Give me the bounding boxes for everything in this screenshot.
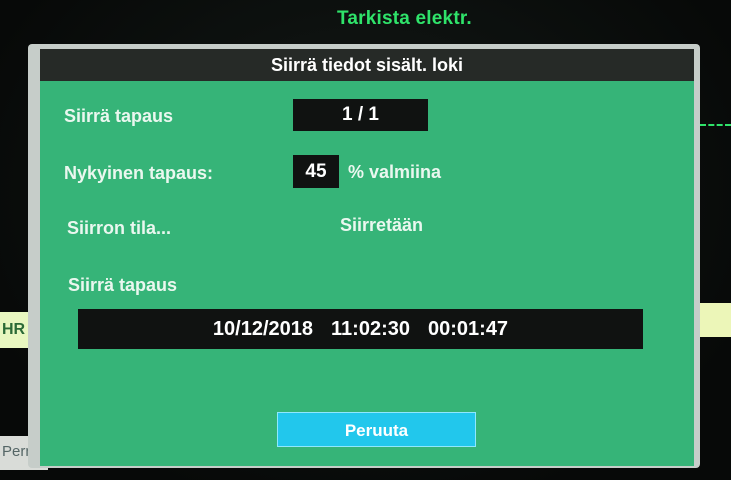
progress-value: 45 bbox=[305, 161, 327, 182]
event-section-label: Siirrä tapaus bbox=[68, 275, 178, 295]
event-time: 11:02:30 bbox=[331, 317, 410, 340]
progress-suffix: % valmiina bbox=[348, 162, 442, 182]
transfer-event-counter: 1 / 1 bbox=[293, 99, 428, 131]
ecg-trace bbox=[700, 124, 731, 126]
dialog-body bbox=[40, 81, 694, 466]
dialog-title: Siirrä tiedot sisält. loki bbox=[270, 55, 464, 75]
alarm-message: Tarkista elektr. bbox=[337, 8, 472, 29]
right-parameter-strip bbox=[697, 303, 731, 337]
status-label: Siirron tila... bbox=[67, 218, 172, 238]
event-row[interactable]: 10/12/2018 11:02:30 00:01:47 bbox=[78, 309, 643, 349]
status-value: Siirretään bbox=[340, 215, 424, 235]
transfer-event-label: Siirrä tapaus bbox=[64, 106, 174, 126]
event-date: 10/12/2018 bbox=[212, 317, 314, 340]
hr-label: HR bbox=[2, 321, 26, 338]
monitor-screen: Tarkista elektr. HR Pern Siirrä tiedot s… bbox=[0, 0, 731, 480]
cancel-button[interactable]: Peruuta bbox=[277, 412, 476, 447]
current-event-label: Nykyinen tapaus: bbox=[64, 163, 214, 183]
event-duration: 00:01:47 bbox=[428, 317, 509, 340]
